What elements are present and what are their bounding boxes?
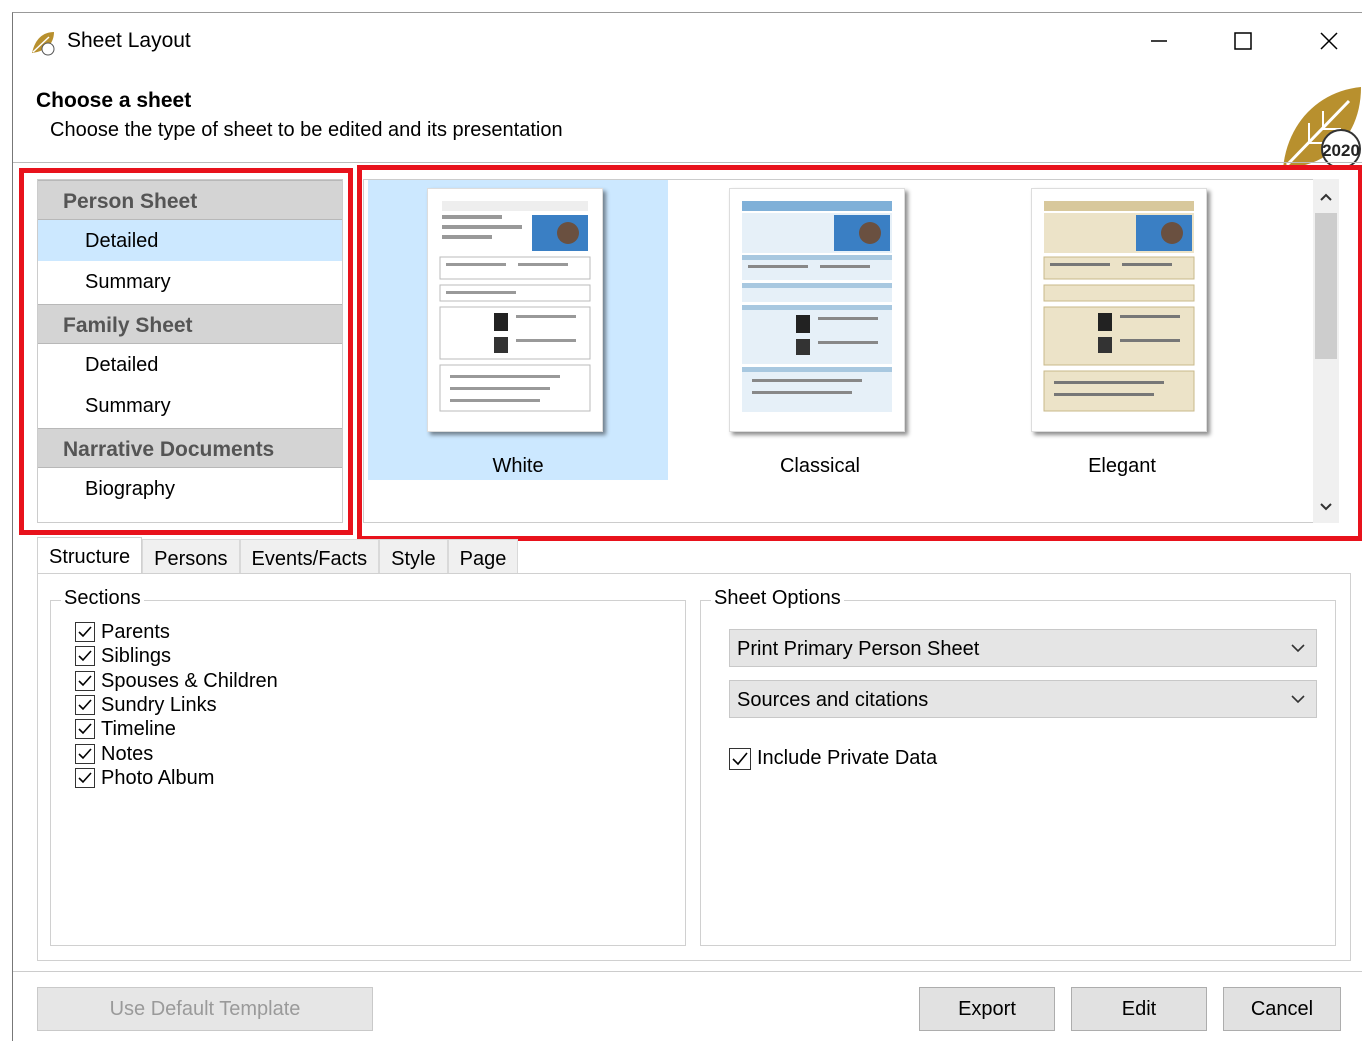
minimize-icon xyxy=(1151,40,1167,42)
tab-structure[interactable]: Structure xyxy=(37,537,143,575)
minimize-button[interactable] xyxy=(1131,21,1187,61)
checkbox-label: Spouses & Children xyxy=(101,669,278,692)
structure-tab-panel: Sections Parents Siblings Spouses & Chil… xyxy=(37,573,1351,961)
heredis-logo-icon: 2020 xyxy=(1283,87,1361,169)
highlight-box-sheet-list xyxy=(19,168,353,535)
title-bar: Sheet Layout xyxy=(13,13,1362,69)
footer-divider xyxy=(13,971,1362,972)
logo-text: 2020 xyxy=(1322,141,1360,160)
checkbox-label: Siblings xyxy=(101,644,172,667)
dropdown-value: Print Primary Person Sheet xyxy=(737,638,980,660)
checkbox-include-private-data[interactable]: Include Private Data xyxy=(729,747,937,770)
highlight-box-presentations xyxy=(357,165,1362,541)
checkmark-icon xyxy=(78,650,92,662)
checkbox-spouses-children[interactable]: Spouses & Children xyxy=(75,670,278,692)
checkbox-label: Include Private Data xyxy=(757,747,938,769)
header-divider xyxy=(13,162,1362,163)
edit-button[interactable]: Edit xyxy=(1071,987,1207,1031)
tab-events-facts[interactable]: Events/Facts xyxy=(239,539,380,575)
checkmark-icon xyxy=(78,772,92,784)
checkbox-box[interactable] xyxy=(75,719,95,739)
close-icon xyxy=(1320,32,1338,50)
checkbox-label: Timeline xyxy=(101,717,176,740)
checkmark-icon xyxy=(78,723,92,735)
cancel-button[interactable]: Cancel xyxy=(1223,987,1341,1031)
checkbox-parents[interactable]: Parents xyxy=(75,621,170,643)
checkbox-box[interactable] xyxy=(75,695,95,715)
checkbox-sundry-links[interactable]: Sundry Links xyxy=(75,694,217,716)
checkmark-icon xyxy=(78,675,92,687)
close-button[interactable] xyxy=(1301,21,1357,61)
print-mode-dropdown[interactable]: Print Primary Person Sheet xyxy=(729,629,1317,667)
dropdown-value: Sources and citations xyxy=(737,689,929,711)
page-title: Choose a sheet xyxy=(36,89,192,112)
checkmark-icon xyxy=(78,699,92,711)
sections-legend: Sections xyxy=(61,587,144,610)
checkmark-icon xyxy=(732,751,748,765)
chevron-down-icon xyxy=(1291,695,1305,704)
checkbox-timeline[interactable]: Timeline xyxy=(75,718,176,740)
checkbox-box[interactable] xyxy=(75,622,95,642)
chevron-down-icon xyxy=(1291,644,1305,653)
checkbox-box[interactable] xyxy=(729,747,751,770)
page-subtitle: Choose the type of sheet to be edited an… xyxy=(50,119,563,141)
checkmark-icon xyxy=(78,626,92,638)
checkbox-box[interactable] xyxy=(75,768,95,788)
checkbox-label: Notes xyxy=(101,742,154,765)
checkbox-label: Photo Album xyxy=(101,766,215,789)
tab-bar: Structure Persons Events/Facts Style Pag… xyxy=(37,537,519,575)
export-button[interactable]: Export xyxy=(919,987,1055,1031)
app-leaf-icon xyxy=(32,32,55,56)
checkbox-label: Sundry Links xyxy=(101,693,217,716)
sections-group: Sections Parents Siblings Spouses & Chil… xyxy=(50,587,686,946)
checkbox-box[interactable] xyxy=(75,744,95,764)
checkbox-notes[interactable]: Notes xyxy=(75,743,153,765)
checkbox-box[interactable] xyxy=(75,671,95,691)
maximize-icon xyxy=(1234,32,1252,50)
sheet-options-legend: Sheet Options xyxy=(711,587,844,610)
sheet-layout-window: Sheet Layout Choose a sheet Choose the t… xyxy=(12,12,1362,1041)
checkbox-label: Parents xyxy=(101,620,170,643)
tab-persons[interactable]: Persons xyxy=(142,539,240,575)
sheet-options-group: Sheet Options Print Primary Person Sheet… xyxy=(700,587,1336,946)
tab-page[interactable]: Page xyxy=(447,539,519,575)
checkmark-icon xyxy=(78,748,92,760)
tab-style[interactable]: Style xyxy=(379,539,448,575)
window-title: Sheet Layout xyxy=(67,29,191,52)
maximize-button[interactable] xyxy=(1215,21,1271,61)
checkbox-box[interactable] xyxy=(75,646,95,666)
sources-dropdown[interactable]: Sources and citations xyxy=(729,680,1317,718)
checkbox-photo-album[interactable]: Photo Album xyxy=(75,767,214,789)
checkbox-siblings[interactable]: Siblings xyxy=(75,645,171,667)
use-default-template-button[interactable]: Use Default Template xyxy=(37,987,373,1031)
